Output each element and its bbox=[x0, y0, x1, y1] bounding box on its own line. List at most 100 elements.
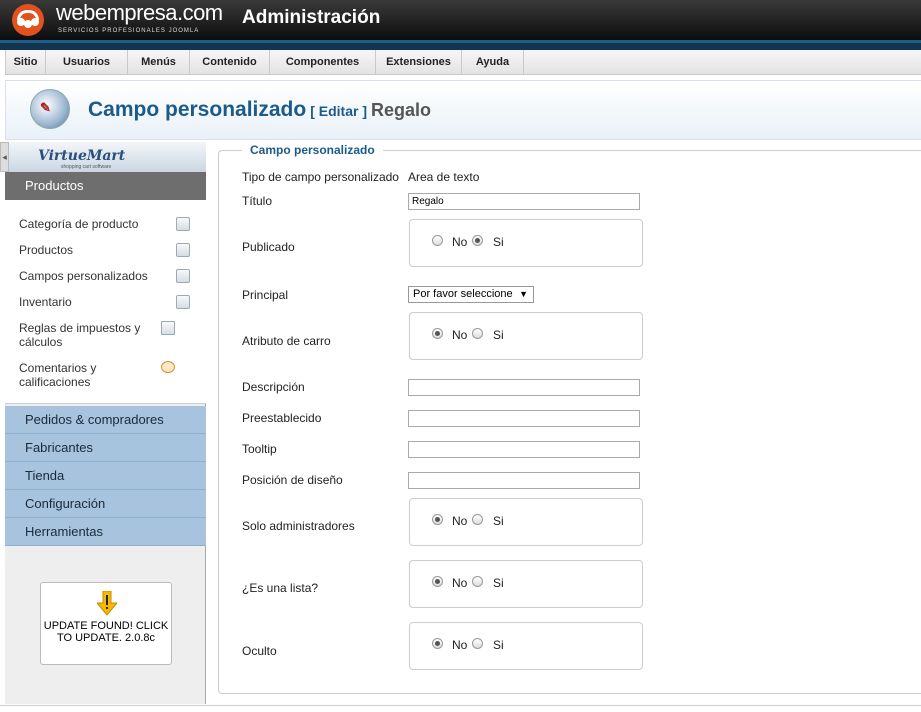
sidebar-item-label: Campos personalizados bbox=[19, 269, 148, 283]
menu-sitio[interactable]: Sitio bbox=[6, 50, 46, 75]
default-label: Preestablecido bbox=[242, 411, 322, 425]
tooltip-label: Tooltip bbox=[242, 442, 277, 456]
sidebar-item-label: Categoría de producto bbox=[19, 217, 139, 231]
sidebar-item-categoria-producto[interactable]: Categoría de producto bbox=[19, 217, 204, 231]
layout-pos-input[interactable] bbox=[408, 472, 640, 489]
menu-usuarios[interactable]: Usuarios bbox=[46, 50, 128, 75]
brand-tagline: SERVICIOS PROFESIONALES JOOMLA bbox=[58, 28, 200, 34]
title-label: Título bbox=[242, 194, 273, 208]
comment-bubble-icon bbox=[161, 361, 175, 373]
cart-attr-radio-group: No Si bbox=[409, 312, 643, 360]
published-no-label: No bbox=[452, 235, 468, 249]
menu-componentes[interactable]: Componentes bbox=[270, 50, 376, 75]
admin-title: Administración bbox=[242, 7, 381, 28]
main-menu: Sitio Usuarios Menús Contenido Component… bbox=[5, 50, 921, 75]
virtuemart-logo: VirtueMart shopping cart software bbox=[5, 142, 206, 172]
folder-icon bbox=[176, 217, 190, 231]
sidebar-item-reglas-impuestos[interactable]: Reglas de impuestos y cálculos bbox=[19, 321, 159, 349]
admin-only-no-label: No bbox=[452, 514, 468, 528]
published-no-radio[interactable] bbox=[432, 235, 443, 246]
calculator-icon bbox=[161, 321, 175, 335]
sidebar-item-productos[interactable]: Productos bbox=[19, 243, 204, 257]
collapse-sidebar-icon[interactable]: ◂ bbox=[0, 142, 9, 172]
page-title-band: ✎ Campo personalizado[ Editar ] Regalo bbox=[5, 80, 921, 140]
menu-contenido[interactable]: Contenido bbox=[190, 50, 270, 75]
bottom-divider bbox=[0, 705, 921, 706]
update-arrow-icon bbox=[97, 591, 117, 616]
top-header: webempresa.com SERVICIOS PROFESIONALES J… bbox=[0, 0, 921, 40]
is-list-si-label: Si bbox=[493, 576, 504, 590]
published-si-radio[interactable] bbox=[472, 235, 483, 246]
chevron-down-icon: ▼ bbox=[519, 289, 528, 299]
hidden-no-radio[interactable] bbox=[432, 638, 443, 649]
hidden-label: Oculto bbox=[242, 644, 277, 658]
section-configuracion[interactable]: Configuración bbox=[5, 490, 206, 518]
principal-select-value: Por favor seleccione bbox=[413, 288, 513, 300]
webempresa-logo-icon bbox=[12, 4, 44, 36]
menu-extensiones[interactable]: Extensiones bbox=[376, 50, 462, 75]
inventory-icon bbox=[176, 295, 190, 309]
cart-attr-no-label: No bbox=[452, 328, 468, 342]
is-list-si-radio[interactable] bbox=[472, 576, 483, 587]
section-tienda[interactable]: Tienda bbox=[5, 462, 206, 490]
cart-attr-no-radio[interactable] bbox=[432, 328, 443, 339]
page-title-record: Regalo bbox=[370, 100, 431, 120]
principal-label: Principal bbox=[242, 288, 289, 302]
sidebar-item-label: Inventario bbox=[19, 295, 72, 309]
cart-attr-si-radio[interactable] bbox=[472, 328, 483, 339]
custom-field-icon: ✎ bbox=[30, 89, 70, 129]
hidden-si-radio[interactable] bbox=[472, 638, 483, 649]
custom-fields-icon bbox=[176, 269, 190, 283]
tooltip-input[interactable] bbox=[408, 441, 640, 458]
admin-only-no-radio[interactable] bbox=[432, 514, 443, 525]
section-productos[interactable]: Productos bbox=[5, 172, 206, 200]
admin-only-si-label: Si bbox=[493, 514, 504, 528]
header-divider bbox=[0, 40, 921, 50]
sidebar-item-campos-personalizados[interactable]: Campos personalizados bbox=[19, 269, 204, 283]
section-herramientas[interactable]: Herramientas bbox=[5, 518, 206, 546]
layout-pos-label: Posición de diseño bbox=[242, 473, 343, 487]
admin-only-radio-group: No Si bbox=[409, 498, 643, 546]
description-input[interactable] bbox=[408, 379, 640, 396]
sidebar-item-label: Reglas de impuestos y cálculos bbox=[19, 321, 141, 349]
page-title-main: Campo personalizado bbox=[88, 98, 307, 121]
section-fabricantes[interactable]: Fabricantes bbox=[5, 434, 206, 462]
default-input[interactable] bbox=[408, 410, 640, 427]
sidebar-item-label: Productos bbox=[19, 243, 74, 257]
sidebar-item-inventario[interactable]: Inventario bbox=[19, 295, 204, 309]
page-title-edit: [ Editar ] bbox=[310, 103, 367, 119]
brand-name: webempresa.com bbox=[56, 0, 223, 25]
is-list-radio-group: No Si bbox=[409, 560, 643, 608]
title-input[interactable] bbox=[408, 193, 640, 210]
published-radio-group: No Si bbox=[409, 219, 643, 267]
update-notice-text: UPDATE FOUND! CLICK TO UPDATE. 2.0.8c bbox=[43, 620, 169, 644]
section-pedidos[interactable]: Pedidos & compradores bbox=[5, 406, 206, 434]
virtuemart-logo-text: VirtueMart bbox=[38, 148, 126, 164]
virtuemart-logo-tagline: shopping cart software bbox=[61, 164, 112, 170]
principal-select[interactable]: Por favor seleccione ▼ bbox=[408, 286, 534, 303]
published-label: Publicado bbox=[242, 240, 295, 254]
description-label: Descripción bbox=[242, 380, 305, 394]
sidebar-item-comentarios[interactable]: Comentarios y calificaciones bbox=[19, 361, 119, 389]
is-list-no-label: No bbox=[452, 576, 468, 590]
is-list-no-radio[interactable] bbox=[432, 576, 443, 587]
type-value: Area de texto bbox=[408, 170, 480, 184]
type-label: Tipo de campo personalizado bbox=[242, 170, 399, 184]
hidden-no-label: No bbox=[452, 638, 468, 652]
is-list-label: ¿Es una lista? bbox=[242, 581, 319, 595]
published-si-label: Si bbox=[493, 235, 504, 249]
admin-only-si-radio[interactable] bbox=[472, 514, 483, 525]
hidden-radio-group: No Si bbox=[409, 622, 643, 670]
form-legend: Campo personalizado bbox=[242, 143, 383, 157]
update-notice-button[interactable]: UPDATE FOUND! CLICK TO UPDATE. 2.0.8c bbox=[40, 582, 172, 665]
cart-attr-si-label: Si bbox=[493, 328, 504, 342]
page-title: Campo personalizado[ Editar ] Regalo bbox=[88, 98, 431, 122]
admin-only-label: Solo administradores bbox=[242, 519, 355, 533]
cart-attr-label: Atributo de carro bbox=[242, 334, 331, 348]
menu-menus[interactable]: Menús bbox=[128, 50, 190, 75]
productos-submenu: Categoría de producto Productos Campos p… bbox=[5, 200, 206, 404]
hidden-si-label: Si bbox=[493, 638, 504, 652]
sidebar-item-label: Comentarios y calificaciones bbox=[19, 361, 97, 389]
camera-icon bbox=[176, 243, 190, 257]
menu-ayuda[interactable]: Ayuda bbox=[462, 50, 524, 75]
